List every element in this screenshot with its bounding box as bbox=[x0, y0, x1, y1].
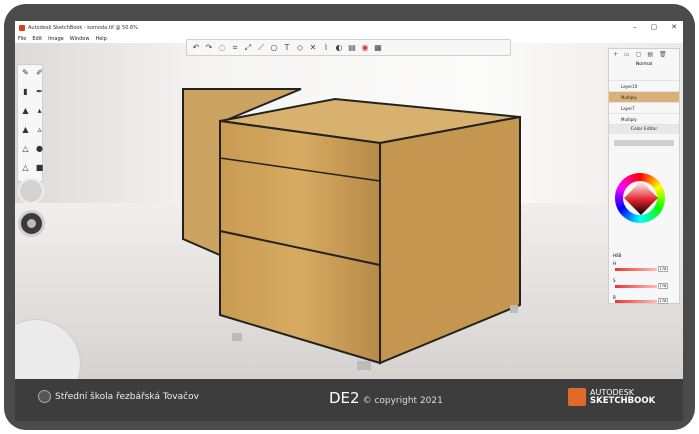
dresser-sketch bbox=[182, 88, 521, 370]
menu-image[interactable]: Image bbox=[48, 36, 64, 42]
b-value[interactable]: 178 bbox=[658, 298, 668, 304]
h-slider[interactable] bbox=[615, 268, 657, 271]
course-code: DE2 bbox=[329, 389, 360, 407]
layer-row[interactable]: Multiply bbox=[609, 92, 679, 103]
b-slider[interactable] bbox=[615, 300, 657, 303]
title-bar: Autodesk SketchBook - komoda.tif @ 50.6%… bbox=[15, 21, 683, 34]
pen-icon[interactable]: ✒ bbox=[34, 86, 45, 97]
text-icon[interactable]: T bbox=[282, 43, 292, 53]
minimize-button[interactable]: – bbox=[633, 23, 637, 31]
menu-help[interactable]: Help bbox=[95, 36, 106, 42]
airbrush-icon[interactable]: ▲ bbox=[20, 105, 31, 116]
brand-sketchbook: SKETCHBOOK bbox=[590, 396, 656, 406]
blend-icon[interactable]: △ bbox=[20, 143, 31, 154]
main-toolbar: ↶ ↷ ◌ ⌗ ⤢ ⟋ ○ T ◇ ✕ ⌇ ◐ ▤ ◉ ▦ bbox=[186, 39, 511, 56]
transform-icon[interactable]: ⤢ bbox=[243, 43, 253, 53]
ellipse-icon[interactable]: ○ bbox=[269, 43, 279, 53]
maximize-button[interactable]: ▢ bbox=[651, 23, 658, 31]
app-window: Autodesk SketchBook - komoda.tif @ 50.6%… bbox=[15, 21, 683, 379]
flat-brush-icon[interactable]: ▵ bbox=[34, 124, 45, 135]
color-mode[interactable]: HSB bbox=[613, 253, 621, 258]
window-title: Autodesk SketchBook - komoda.tif @ 50.6% bbox=[28, 24, 138, 31]
symmetry-icon[interactable]: ✕ bbox=[308, 43, 318, 53]
s-label: S bbox=[613, 278, 616, 283]
fx-icon[interactable]: ▤ bbox=[647, 51, 653, 58]
menu-file[interactable]: File bbox=[18, 36, 26, 42]
blend-mode-select[interactable]: Normal bbox=[609, 60, 679, 69]
school-label: Střední škola řezbářská Tovačov bbox=[38, 390, 199, 403]
menu-window[interactable]: Window bbox=[70, 36, 90, 42]
app-icon bbox=[19, 24, 25, 31]
layer-row[interactable]: Multiply bbox=[609, 114, 679, 125]
chisel-icon[interactable]: ▲ bbox=[20, 124, 31, 135]
undo-icon[interactable]: ↶ bbox=[191, 43, 201, 53]
smudge-icon[interactable]: ● bbox=[34, 143, 45, 154]
footer-banner: Střední škola řezbářská Tovačov DE2 © co… bbox=[15, 379, 683, 421]
copyright-text: © copyright 2021 bbox=[362, 396, 443, 406]
color-editor-title: Color Editor bbox=[609, 125, 679, 134]
ink-icon[interactable]: ▴ bbox=[34, 105, 45, 116]
h-value[interactable]: 178 bbox=[658, 266, 668, 272]
select-icon[interactable]: ◌ bbox=[217, 43, 227, 53]
h-label: H bbox=[613, 261, 617, 266]
course-label: DE2 © copyright 2021 bbox=[329, 389, 443, 407]
layer-row[interactable]: Layer10 bbox=[609, 81, 679, 92]
sketchbook-logo-icon bbox=[568, 388, 586, 406]
current-color-swatch bbox=[614, 140, 674, 146]
group-icon[interactable]: ▢ bbox=[636, 51, 642, 58]
steady-stroke-icon[interactable]: ⌇ bbox=[321, 43, 331, 53]
s-slider[interactable] bbox=[615, 285, 657, 288]
drawing-canvas[interactable] bbox=[15, 43, 683, 379]
layer-row[interactable] bbox=[609, 69, 679, 81]
school-name: Střední škola řezbářská Tovačov bbox=[55, 391, 199, 402]
close-button[interactable]: ✕ bbox=[671, 23, 677, 31]
color-puck-icon[interactable]: ◉ bbox=[360, 43, 370, 53]
s-value[interactable]: 178 bbox=[658, 283, 668, 289]
brush-palette: ✎ ✐ ▮ ✒ ▲ ▴ ▲ ▵ △ ● △ ■ bbox=[17, 64, 43, 182]
menu-edit[interactable]: Edit bbox=[32, 36, 42, 42]
school-seal-icon bbox=[38, 390, 51, 403]
add-layer-icon[interactable]: + bbox=[613, 51, 618, 58]
redo-icon[interactable]: ↷ bbox=[204, 43, 214, 53]
layers-icon[interactable]: ▦ bbox=[373, 43, 383, 53]
copic-icon[interactable]: ◐ bbox=[334, 43, 344, 53]
layer-row[interactable]: Layer7 bbox=[609, 103, 679, 114]
marker-icon[interactable]: ▮ bbox=[20, 86, 31, 97]
color-puck[interactable] bbox=[18, 210, 45, 237]
brush-library-icon[interactable]: ▤ bbox=[347, 43, 357, 53]
ruler-icon[interactable]: ⟋ bbox=[256, 43, 266, 53]
crop-icon[interactable]: ⌗ bbox=[230, 43, 240, 53]
image-icon[interactable]: ▭ bbox=[624, 51, 630, 58]
eraser-icon[interactable]: ■ bbox=[34, 162, 45, 173]
pencil-icon[interactable]: ✎ bbox=[20, 67, 31, 78]
fill-icon[interactable]: △ bbox=[20, 162, 31, 173]
layer-toolbar: + ▭ ▢ ▤ 🗑 bbox=[609, 49, 679, 60]
brush-icon[interactable]: ✐ bbox=[34, 67, 45, 78]
trash-icon[interactable]: 🗑 bbox=[659, 51, 667, 58]
autodesk-brand: AUTODESK SKETCHBOOK bbox=[568, 388, 655, 406]
perspective-icon[interactable]: ◇ bbox=[295, 43, 305, 53]
side-panel: + ▭ ▢ ▤ 🗑 Normal Layer10 Multiply Layer7… bbox=[608, 48, 680, 304]
brush-size-puck[interactable] bbox=[18, 178, 44, 204]
